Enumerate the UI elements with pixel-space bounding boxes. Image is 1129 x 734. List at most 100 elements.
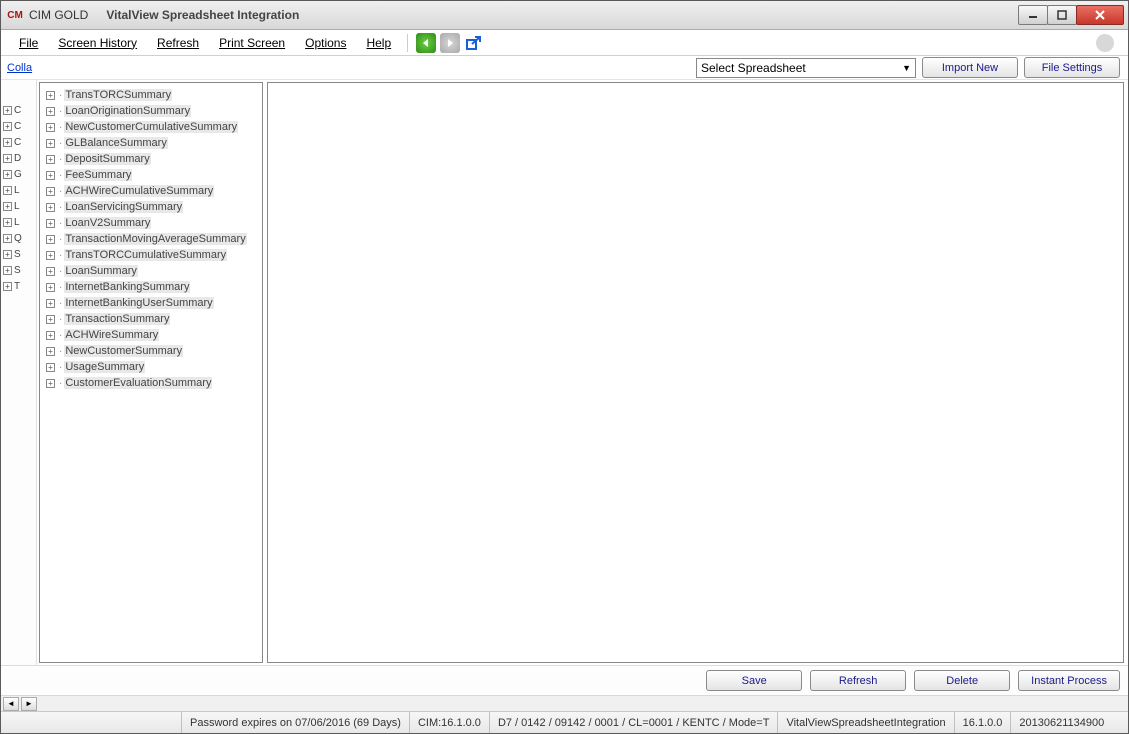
body: +C+C+C+D+G+L+L+L+Q+S+S+T +·TransTORCSumm… [1,80,1128,665]
expand-icon[interactable]: + [46,187,55,196]
status-password: Password expires on 07/06/2016 (69 Days) [181,712,409,733]
menu-refresh[interactable]: Refresh [147,32,209,54]
spreadsheet-dropdown[interactable]: Select Spreadsheet ▼ [696,58,916,78]
tree-item[interactable]: +·UsageSummary [40,359,262,375]
tree-item[interactable]: +·InternetBankingUserSummary [40,295,262,311]
page-title: VitalView Spreadsheet Integration [106,8,299,22]
tree-item[interactable]: +·LoanOriginationSummary [40,103,262,119]
expand-icon[interactable]: + [46,123,55,132]
gutter-item[interactable]: +C [1,134,36,150]
main-window: CM CIM GOLD VitalView Spreadsheet Integr… [0,0,1129,734]
gutter-item[interactable]: +S [1,246,36,262]
collapse-link[interactable]: Colla [3,62,36,74]
menu-screen-history[interactable]: Screen History [48,32,147,54]
file-settings-button[interactable]: File Settings [1024,57,1120,78]
instant-process-button[interactable]: Instant Process [1018,670,1120,691]
menubar: File Screen History Refresh Print Screen… [1,30,1128,56]
nav-forward-icon [440,33,460,53]
tree-item[interactable]: +·LoanServicingSummary [40,199,262,215]
tree-item[interactable]: +·CustomerEvaluationSummary [40,375,262,391]
tree-panel[interactable]: +·TransTORCSummary+·LoanOriginationSumma… [39,82,263,663]
tree-item-label: TransTORCCumulativeSummary [64,249,227,261]
gutter-item[interactable]: +C [1,118,36,134]
scroll-right-icon[interactable]: ► [21,697,37,711]
action-bar: Save Refresh Delete Instant Process [1,665,1128,695]
tree-item[interactable]: +·ACHWireCumulativeSummary [40,183,262,199]
save-button[interactable]: Save [706,670,802,691]
tree-item[interactable]: +·FeeSummary [40,167,262,183]
tree-item[interactable]: +·TransactionSummary [40,311,262,327]
expand-icon[interactable]: + [46,347,55,356]
tree-item[interactable]: +·LoanSummary [40,263,262,279]
tree-item-label: NewCustomerSummary [64,345,183,357]
gutter-item[interactable]: +Q [1,230,36,246]
expand-icon[interactable]: + [46,331,55,340]
window-controls [1019,5,1124,25]
tree-item-label: TransactionSummary [64,313,170,325]
tree-item[interactable]: +·InternetBankingSummary [40,279,262,295]
status-version: 16.1.0.0 [954,712,1011,733]
expand-icon[interactable]: + [46,251,55,260]
tree-item[interactable]: +·DepositSummary [40,151,262,167]
tree-item[interactable]: +·TransTORCCumulativeSummary [40,247,262,263]
nav-back-icon[interactable] [416,33,436,53]
expand-icon[interactable]: + [46,139,55,148]
gutter-item[interactable]: +L [1,198,36,214]
expand-icon[interactable]: + [46,91,55,100]
status-connection: D7 / 0142 / 09142 / 0001 / CL=0001 / KEN… [489,712,778,733]
expand-icon[interactable]: + [46,315,55,324]
refresh-button[interactable]: Refresh [810,670,906,691]
user-icon[interactable] [1096,34,1114,52]
tree-item-label: LoanServicingSummary [64,201,183,213]
tree-item[interactable]: +·GLBalanceSummary [40,135,262,151]
expand-icon[interactable]: + [46,379,55,388]
external-link-icon[interactable] [464,33,484,53]
tree-item-label: GLBalanceSummary [64,137,168,149]
tree-item[interactable]: +·TransTORCSummary [40,87,262,103]
scroll-left-icon[interactable]: ◄ [3,697,19,711]
expand-icon[interactable]: + [46,107,55,116]
statusbar: Password expires on 07/06/2016 (69 Days)… [1,711,1128,733]
gutter-item[interactable]: +D [1,150,36,166]
gutter-item[interactable]: +L [1,214,36,230]
gutter-item[interactable]: +S [1,262,36,278]
minimize-button[interactable] [1018,5,1048,25]
expand-icon[interactable]: + [46,219,55,228]
status-cim: CIM:16.1.0.0 [409,712,489,733]
status-build: 20130621134900 [1010,712,1112,733]
menu-options[interactable]: Options [295,32,356,54]
horizontal-scrollbar[interactable]: ◄ ► [1,695,1128,711]
gutter-item[interactable]: +C [1,102,36,118]
titlebar: CM CIM GOLD VitalView Spreadsheet Integr… [1,1,1128,30]
tree-item[interactable]: +·LoanV2Summary [40,215,262,231]
expand-icon[interactable]: + [46,299,55,308]
delete-button[interactable]: Delete [914,670,1010,691]
menu-print-screen[interactable]: Print Screen [209,32,295,54]
expand-icon[interactable]: + [46,203,55,212]
tree-item-label: TransactionMovingAverageSummary [64,233,246,245]
maximize-button[interactable] [1047,5,1077,25]
expand-icon[interactable]: + [46,235,55,244]
tree-item[interactable]: +·TransactionMovingAverageSummary [40,231,262,247]
expand-icon[interactable]: + [46,267,55,276]
gutter-item[interactable]: +L [1,182,36,198]
content-panel [267,82,1124,663]
tree-item[interactable]: +·NewCustomerCumulativeSummary [40,119,262,135]
tree-item[interactable]: +·NewCustomerSummary [40,343,262,359]
gutter-item[interactable]: +G [1,166,36,182]
gutter-item[interactable]: +T [1,278,36,294]
expand-icon[interactable]: + [46,283,55,292]
menu-help[interactable]: Help [356,32,401,54]
tree-item-label: LoanOriginationSummary [64,105,191,117]
tree-item-label: FeeSummary [64,169,132,181]
tree-item-label: UsageSummary [64,361,145,373]
expand-icon[interactable]: + [46,155,55,164]
expand-icon[interactable]: + [46,171,55,180]
menu-file[interactable]: File [9,32,48,54]
left-gutter: +C+C+C+D+G+L+L+L+Q+S+S+T [1,80,37,665]
expand-icon[interactable]: + [46,363,55,372]
tree-item-label: InternetBankingUserSummary [64,297,213,309]
import-new-button[interactable]: Import New [922,57,1018,78]
tree-item[interactable]: +·ACHWireSummary [40,327,262,343]
close-button[interactable] [1076,5,1124,25]
